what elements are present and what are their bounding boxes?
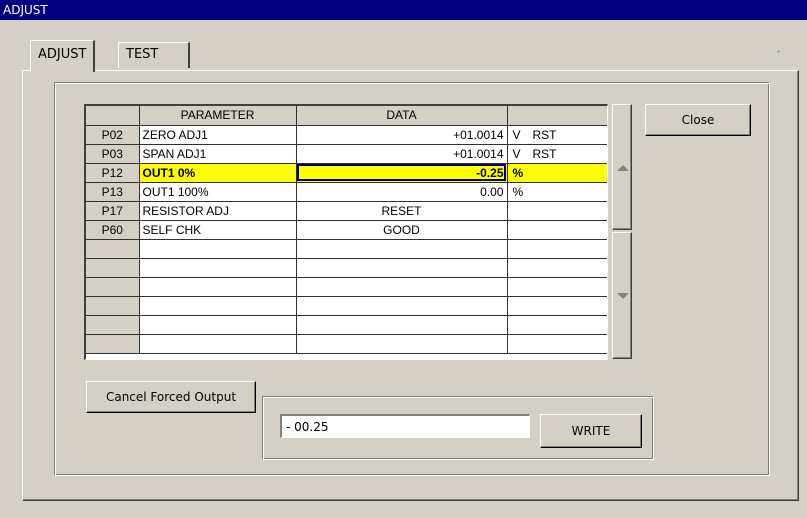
empty-table-row[interactable] — [86, 239, 607, 259]
data-value-cell[interactable]: 0.00 — [296, 182, 508, 202]
close-button[interactable]: Close — [645, 104, 751, 136]
cancel-forced-output-label: Cancel Forced Output — [105, 390, 237, 404]
parameter-cell[interactable]: SELF CHK — [139, 220, 297, 240]
empty-cell[interactable] — [139, 334, 297, 354]
unit-cell: % — [507, 163, 607, 183]
parameter-grid: PARAMETER DATA P02 ZERO ADJ1 +01.0014 V RST P… — [84, 104, 608, 360]
row-header-empty — [86, 258, 140, 278]
data-value-cell[interactable]: GOOD — [296, 220, 508, 240]
column-header-parameter: PARAMETER — [139, 106, 297, 126]
data-value-cell[interactable]: +01.0014 — [296, 125, 508, 145]
data-value-cell[interactable]: -0.25 — [296, 163, 508, 183]
grid-body: P02 ZERO ADJ1 +01.0014 V RST P03 SPAN ADJ1 +01.… — [86, 125, 607, 354]
empty-cell[interactable] — [507, 277, 607, 297]
scroll-down-arrow-icon — [617, 293, 629, 299]
unit-label: V — [512, 127, 521, 142]
tab-adjust-label: ADJUST — [38, 47, 87, 62]
empty-cell[interactable] — [139, 277, 297, 297]
empty-table-row[interactable] — [86, 296, 607, 316]
parameter-cell[interactable]: OUT1 100% — [139, 182, 297, 202]
empty-cell[interactable] — [296, 296, 508, 316]
parameter-cell[interactable]: RESISTOR ADJ — [139, 201, 297, 221]
empty-cell[interactable] — [296, 277, 508, 297]
row-header-id: P17 — [86, 201, 140, 221]
empty-cell[interactable] — [296, 258, 508, 278]
empty-cell[interactable] — [507, 296, 607, 316]
empty-cell[interactable] — [507, 334, 607, 354]
row-header-empty — [86, 334, 140, 354]
empty-table-row[interactable] — [86, 258, 607, 278]
parameter-cell[interactable]: ZERO ADJ1 — [139, 125, 297, 145]
scroll-up-button[interactable] — [612, 104, 632, 230]
close-button-label: Close — [681, 113, 715, 127]
table-row[interactable]: P13 OUT1 100% 0.00% — [86, 182, 607, 202]
unit-cell — [507, 201, 607, 221]
write-button-label: WRITE — [571, 424, 611, 438]
table-row[interactable]: P17 RESISTOR ADJ RESET — [86, 201, 607, 221]
scroll-up-arrow-icon — [617, 165, 629, 171]
row-header-id: P13 — [86, 182, 140, 202]
row-header-id: P03 — [86, 144, 140, 164]
unit-cell — [507, 220, 607, 240]
status-dot: · — [777, 46, 781, 57]
write-value-input[interactable]: - 00.25 — [280, 414, 530, 438]
table-row[interactable]: P60 SELF CHK GOOD — [86, 220, 607, 240]
empty-cell[interactable] — [507, 239, 607, 259]
unit-label: % — [512, 184, 524, 199]
row-header-id: P60 — [86, 220, 140, 240]
table-row[interactable]: P02 ZERO ADJ1 +01.0014 V RST — [86, 125, 607, 145]
row-header-id: P12 — [86, 163, 140, 183]
empty-cell[interactable] — [507, 315, 607, 335]
parameter-cell[interactable]: SPAN ADJ1 — [139, 144, 297, 164]
tab-test-label: TEST — [126, 47, 159, 62]
scroll-down-button[interactable] — [612, 232, 632, 359]
unit-label: V — [512, 146, 521, 161]
empty-cell[interactable] — [296, 239, 508, 259]
write-button[interactable]: WRITE — [540, 414, 642, 448]
empty-cell[interactable] — [507, 258, 607, 278]
unit-cell: V RST — [507, 144, 607, 164]
row-header-empty — [86, 315, 140, 335]
tab-test[interactable]: TEST — [118, 42, 190, 68]
status-label: RST — [532, 146, 557, 161]
status-label: RST — [532, 127, 557, 142]
window-title: ADJUST — [3, 3, 48, 17]
empty-cell[interactable] — [139, 239, 297, 259]
empty-cell[interactable] — [296, 334, 508, 354]
grid-corner-header — [86, 106, 140, 126]
window-title-bar: ADJUST — [0, 0, 807, 20]
data-value-cell[interactable]: +01.0014 — [296, 144, 508, 164]
unit-label: % — [512, 165, 524, 180]
empty-cell[interactable] — [139, 258, 297, 278]
unit-cell: V RST — [507, 125, 607, 145]
column-header-extra — [507, 106, 607, 126]
table-row[interactable]: P12 OUT1 0% -0.25% — [86, 163, 607, 183]
column-header-data: DATA — [296, 106, 508, 126]
row-header-empty — [86, 277, 140, 297]
empty-cell[interactable] — [296, 315, 508, 335]
table-row[interactable]: P03 SPAN ADJ1 +01.0014 V RST — [86, 144, 607, 164]
parameter-table: PARAMETER DATA P02 ZERO ADJ1 +01.0014 V RST P… — [86, 106, 607, 354]
parameter-cell[interactable]: OUT1 0% — [139, 163, 297, 183]
cancel-forced-output-button[interactable]: Cancel Forced Output — [86, 381, 256, 413]
row-header-id: P02 — [86, 125, 140, 145]
unit-cell: % — [507, 182, 607, 202]
tab-adjust[interactable]: ADJUST — [30, 40, 96, 72]
empty-cell[interactable] — [139, 315, 297, 335]
empty-table-row[interactable] — [86, 334, 607, 354]
data-value-cell[interactable]: RESET — [296, 201, 508, 221]
empty-table-row[interactable] — [86, 315, 607, 335]
row-header-empty — [86, 239, 140, 259]
grid-header-row: PARAMETER DATA — [86, 106, 607, 126]
empty-cell[interactable] — [139, 296, 297, 316]
empty-table-row[interactable] — [86, 277, 607, 297]
row-header-empty — [86, 296, 140, 316]
